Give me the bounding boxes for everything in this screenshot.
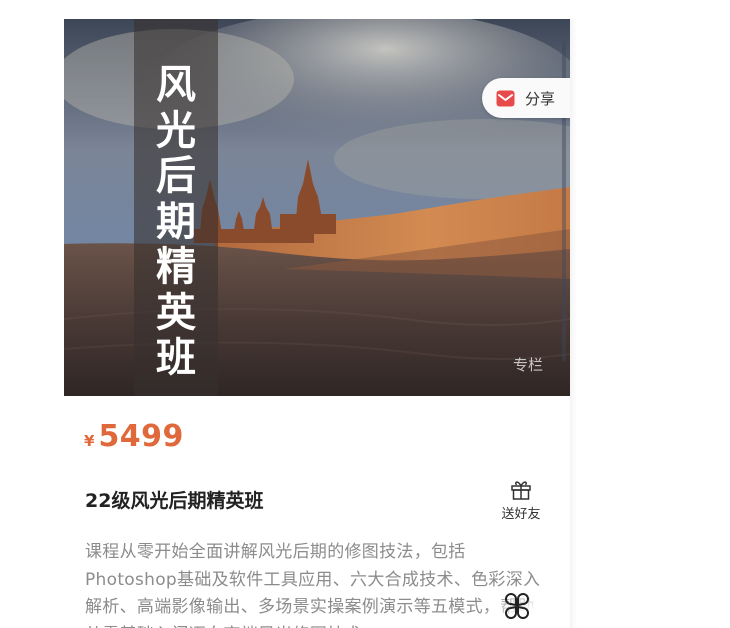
- clover-menu-icon: [505, 593, 529, 619]
- price-amount: 5499: [98, 419, 184, 454]
- banner-title-char: 英: [156, 289, 196, 336]
- course-price: ¥5499: [84, 419, 184, 454]
- course-card: 风 光 后 期 精 英 班 分享 专栏 ¥5499 22级风光后期精英班 送好友…: [64, 19, 570, 628]
- card-shadow: [569, 19, 577, 628]
- floating-menu-button[interactable]: [497, 586, 537, 626]
- course-title: 22级风光后期精英班: [85, 490, 264, 512]
- share-label: 分享: [525, 89, 556, 108]
- banner-title-char: 精: [156, 244, 196, 290]
- banner-title-char: 期: [156, 198, 196, 245]
- share-button[interactable]: 分享: [482, 78, 570, 118]
- banner-title: 风 光 后 期 精 英 班: [134, 62, 218, 382]
- send-to-friend-button[interactable]: 送好友: [495, 477, 547, 522]
- banner-title-char: 后: [156, 153, 196, 199]
- course-banner-image: 风 光 后 期 精 英 班 分享 专栏: [64, 19, 570, 396]
- banner-title-char: 风: [156, 62, 196, 108]
- banner-title-char: 班: [156, 335, 196, 381]
- column-tag: 专栏: [513, 356, 544, 374]
- gift-icon: [511, 481, 531, 500]
- gift-label: 送好友: [501, 507, 541, 522]
- price-currency: ¥: [84, 432, 95, 450]
- banner-title-char: 光: [156, 107, 196, 154]
- course-description: 课程从零开始全面讲解风光后期的修图技法，包括Photoshop基础及软件工具应用…: [85, 542, 541, 628]
- share-envelope-icon: [496, 90, 515, 107]
